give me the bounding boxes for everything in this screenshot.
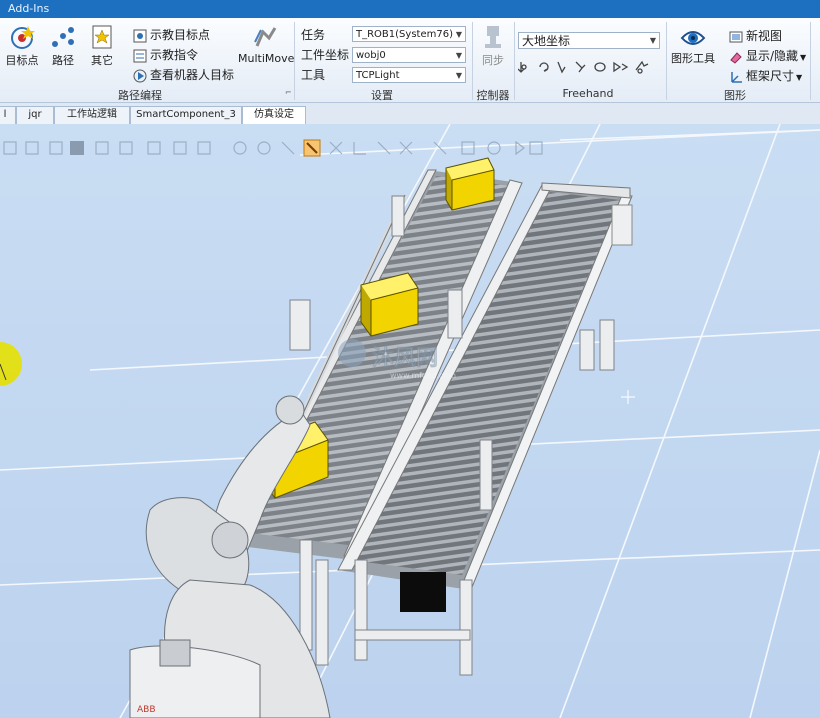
yellow-box-1: [445, 157, 495, 211]
chevron-down-icon: ▼: [800, 53, 807, 62]
chevron-down-icon: ▼: [455, 30, 462, 39]
other-button[interactable]: 其它: [84, 24, 120, 68]
view-robot-target-button[interactable]: 查看机器人目标: [133, 66, 234, 83]
tab-label: 工作站逻辑: [67, 109, 117, 120]
view-robot-target-label: 查看机器人目标: [150, 68, 235, 82]
path-label: 路径: [52, 54, 74, 67]
3d-viewport[interactable]: ABB 沐风网 www.mfcad.com: [0, 124, 820, 718]
task-select[interactable]: T_ROB1(System76) ▼: [352, 26, 466, 42]
chevron-down-icon: ▼: [796, 73, 803, 82]
graphic-tools-button[interactable]: 图形工具: [667, 28, 719, 66]
motor-box: [400, 572, 446, 612]
graphics-group-label: 图形: [724, 89, 746, 102]
teach-target-icon: [133, 29, 147, 42]
teach-target-label: 示教目标点: [150, 28, 211, 42]
tab-label: SmartComponent_3: [136, 109, 236, 120]
graphic-tools-label: 图形工具: [671, 52, 715, 65]
multimove-button[interactable]: MultiMove: [238, 24, 295, 65]
tab-label: 仿真设定: [254, 109, 294, 120]
teach-instruction-label: 示教指令: [150, 48, 199, 62]
sync-button[interactable]: 同步: [476, 24, 510, 68]
app-title: Add-Ins: [8, 2, 50, 15]
path-group-launcher[interactable]: ⌐: [285, 88, 292, 97]
target-point-label: 目标点: [5, 54, 39, 67]
teach-target-button[interactable]: 示教目标点: [133, 26, 210, 43]
svg-text:ABB: ABB: [137, 705, 156, 715]
sync-label: 同步: [482, 54, 504, 67]
teach-instruction-icon: [133, 49, 147, 62]
ribbon: 目标点 路径 其它 示教目标点 示教指令 查看机器人目标 MultiMove 路…: [0, 18, 820, 103]
workobj-label: 工件坐标: [301, 48, 350, 62]
chevron-down-icon: ▼: [649, 36, 656, 45]
freehand-group-label: Freehand: [562, 87, 614, 100]
tool-label: 工具: [301, 68, 326, 82]
graphic-tools-icon: [680, 31, 706, 45]
chevron-down-icon: ▼: [455, 51, 462, 60]
tab-station-logic[interactable]: 工作站逻辑: [54, 106, 130, 124]
path-icon: [52, 27, 74, 47]
separator: [810, 22, 811, 100]
sync-icon: [485, 26, 501, 48]
tab-simulation-settings[interactable]: 仿真设定: [242, 106, 306, 124]
frame-size-icon: [731, 71, 742, 83]
tab-l[interactable]: l: [0, 106, 16, 124]
multimove-label: MultiMove: [238, 52, 295, 65]
teach-instruction-button[interactable]: 示教指令: [133, 46, 198, 63]
watermark-title: 沐风网: [372, 346, 438, 371]
controller-group-label: 控制器: [476, 89, 510, 102]
freehand-tool-strip[interactable]: [518, 58, 658, 76]
separator: [514, 22, 515, 100]
new-view-icon: [729, 31, 743, 42]
frame-size-label: 框架尺寸: [746, 69, 795, 83]
freehand-frame-select[interactable]: 大地坐标 ▼: [518, 32, 660, 49]
tab-label: l: [3, 109, 7, 120]
target-point-button[interactable]: 目标点: [2, 24, 42, 68]
chevron-down-icon: ▼: [455, 71, 462, 80]
freehand-frame-value: 大地坐标: [522, 34, 571, 48]
title-bar: Add-Ins: [0, 0, 820, 18]
separator: [294, 22, 295, 100]
frame-size-button[interactable]: 框架尺寸 ▼: [729, 67, 802, 84]
viewport-snap-active[interactable]: [70, 141, 84, 155]
station-scene: ABB 沐风网 www.mfcad.com: [0, 124, 820, 718]
watermark-url: www.mfcad.com: [390, 371, 456, 380]
path-group-label: 路径编程: [118, 89, 162, 102]
yellow-box-2: [360, 272, 419, 337]
path-button[interactable]: 路径: [46, 24, 80, 68]
task-label: 任务: [301, 28, 326, 42]
view-robot-target-icon: [133, 69, 147, 82]
other-label: 其它: [91, 54, 113, 67]
workobj-select[interactable]: wobj0 ▼: [352, 47, 466, 63]
task-value: T_ROB1(System76): [356, 29, 453, 40]
tab-jqr[interactable]: jqr: [16, 106, 54, 124]
show-hide-button[interactable]: 显示/隐藏 ▼: [729, 47, 806, 64]
multimove-icon: [254, 27, 277, 47]
target-point-icon: [11, 26, 35, 49]
other-icon: [92, 25, 112, 49]
tool-select[interactable]: TCPLight ▼: [352, 67, 466, 83]
document-tab-bar: l jqr 工作站逻辑 SmartComponent_3 仿真设定: [0, 103, 820, 125]
new-view-button[interactable]: 新视图: [729, 27, 782, 44]
workobj-value: wobj0: [356, 50, 386, 61]
tab-smartcomponent-3[interactable]: SmartComponent_3: [130, 106, 242, 124]
show-hide-icon: [730, 51, 742, 64]
tool-value: TCPLight: [356, 70, 400, 81]
tab-label: jqr: [28, 109, 42, 120]
settings-group-label: 设置: [371, 89, 393, 102]
new-view-label: 新视图: [746, 29, 783, 43]
show-hide-label: 显示/隐藏: [746, 49, 799, 63]
